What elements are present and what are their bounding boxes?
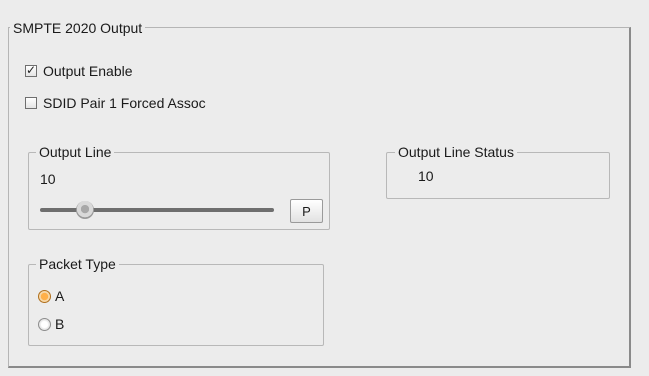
output-line-status-value: 10 — [418, 168, 434, 184]
sdid-pair-checkbox[interactable] — [25, 97, 37, 109]
checkmark-icon: ✓ — [26, 63, 37, 77]
preset-button[interactable]: P — [290, 199, 323, 223]
packet-type-option-a[interactable]: A — [38, 287, 64, 305]
output-line-group — [28, 152, 330, 230]
output-enable-checkbox-row[interactable]: ✓ Output Enable — [25, 62, 133, 80]
preset-button-label: P — [302, 203, 311, 219]
output-enable-checkbox[interactable]: ✓ — [25, 63, 37, 77]
packet-type-group — [28, 264, 324, 346]
output-enable-label: Output Enable — [43, 63, 133, 79]
output-line-value: 10 — [40, 171, 56, 187]
packet-type-option-b[interactable]: B — [38, 315, 64, 333]
packet-type-b-label: B — [55, 316, 65, 332]
packet-type-b-radio[interactable] — [38, 317, 51, 331]
packet-type-title: Packet Type — [36, 256, 119, 272]
panel-title: SMPTE 2020 Output — [10, 20, 146, 36]
output-line-title: Output Line — [36, 144, 115, 160]
smpte-2020-output-panel: SMPTE 2020 Output ✓ Output Enable SDID P… — [0, 0, 649, 376]
sdid-pair-checkbox-row[interactable]: SDID Pair 1 Forced Assoc — [25, 94, 206, 112]
packet-type-a-label: A — [55, 288, 65, 304]
packet-type-a-radio[interactable] — [38, 289, 51, 303]
output-line-status-title: Output Line Status — [395, 144, 517, 160]
output-line-slider-handle[interactable] — [76, 201, 94, 219]
sdid-pair-label: SDID Pair 1 Forced Assoc — [43, 95, 206, 111]
